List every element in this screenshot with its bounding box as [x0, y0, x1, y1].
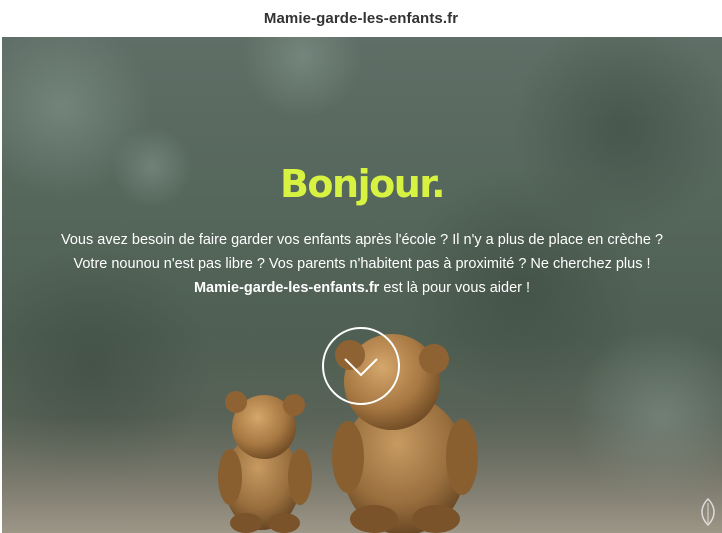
chevron-down-icon — [344, 358, 378, 377]
intro-brand-name: Mamie-garde-les-enfants.fr — [193, 280, 380, 296]
scroll-down-button[interactable] — [322, 327, 400, 405]
leaf-icon — [701, 497, 715, 527]
intro-line-3-rest: est là pour vous aider ! — [379, 280, 531, 296]
page: Mamie-garde-les-enfants.fr Bonjour. Vous… — [0, 0, 722, 533]
intro-line-2: Votre nounou n'est pas libre ? Vos paren… — [73, 256, 651, 272]
intro-line-1: Vous avez besoin de faire garder vos enf… — [60, 232, 664, 248]
hero-greeting: Bonjour. — [279, 162, 446, 206]
hero-section: Bonjour. Vous avez besoin de faire garde… — [2, 37, 722, 533]
intro-line-3: Mamie-garde-les-enfants.fr est là pour v… — [2, 276, 722, 300]
hero-intro-text: Vous avez besoin de faire garder vos enf… — [2, 228, 722, 300]
top-bar: Mamie-garde-les-enfants.fr — [0, 0, 722, 37]
site-title-link[interactable]: Mamie-garde-les-enfants.fr — [264, 10, 458, 27]
